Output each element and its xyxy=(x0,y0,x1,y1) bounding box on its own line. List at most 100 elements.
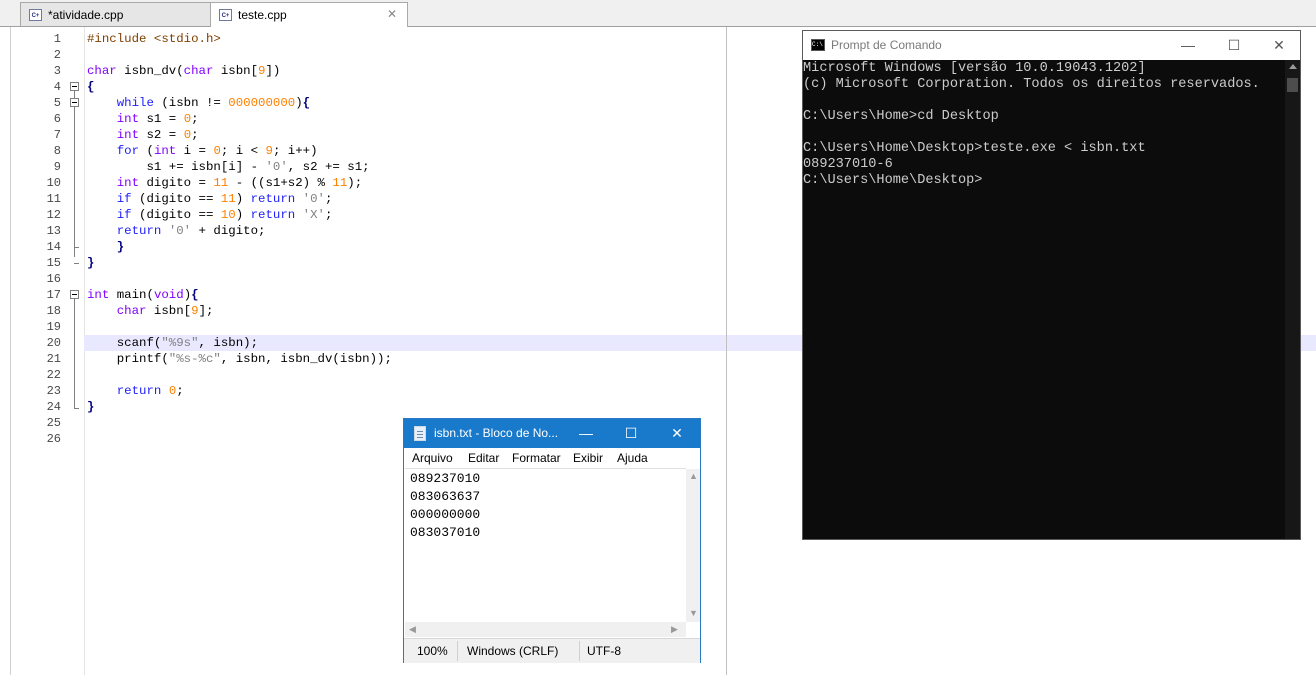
cmd-scrollbar[interactable] xyxy=(1285,60,1300,539)
line-number: 10 xyxy=(46,176,61,190)
line-number: 24 xyxy=(46,400,61,414)
minimize-button[interactable]: — xyxy=(571,423,601,443)
line-number: 7 xyxy=(53,128,61,142)
maximize-button[interactable]: ☐ xyxy=(616,423,646,443)
notepad-window[interactable]: isbn.txt - Bloco de No... — ☐ ✕ Arquivo … xyxy=(403,418,701,663)
line-number: 23 xyxy=(46,384,61,398)
line-number: 13 xyxy=(46,224,61,238)
code-line-21: printf("%s-%c", isbn, isbn_dv(isbn)); xyxy=(87,352,392,366)
status-divider xyxy=(457,641,458,661)
code-line-13: return '0' + digito; xyxy=(116,224,266,238)
notepad-text-area[interactable]: 089237010 083063637 000000000 083037010 xyxy=(405,468,686,623)
line-number: 3 xyxy=(53,64,61,78)
text-line: 083063637 xyxy=(410,489,481,504)
cmd-title-bar[interactable]: C:\ Prompt de Comando — ☐ ✕ xyxy=(803,31,1300,60)
code-line-15: } xyxy=(87,256,95,270)
notepad-title: isbn.txt - Bloco de No... xyxy=(434,426,559,440)
cmd-title: Prompt de Comando xyxy=(831,38,942,52)
cmd-icon: C:\ xyxy=(811,39,825,51)
line-number: 21 xyxy=(46,352,61,366)
notepad-title-bar[interactable]: isbn.txt - Bloco de No... — ☐ ✕ xyxy=(404,419,700,448)
cpp-file-icon: C+ xyxy=(219,9,232,21)
fold-end-marker xyxy=(74,247,79,248)
code-line-3: char isbn_dv(char isbn[9]) xyxy=(87,64,281,78)
close-tab-icon[interactable]: ✕ xyxy=(387,7,397,21)
menu-exibir[interactable]: Exibir xyxy=(573,451,603,465)
fold-toggle-icon[interactable] xyxy=(70,98,79,107)
tab-atividade-cpp[interactable]: C+ *atividade.cpp xyxy=(20,2,212,26)
fold-end-marker xyxy=(74,263,79,264)
edge-column-line xyxy=(726,27,727,675)
code-line-9: s1 += isbn[i] - '0', s2 += s1; xyxy=(87,160,370,174)
code-line-23: return 0; xyxy=(116,384,184,398)
line-number: 25 xyxy=(46,416,61,430)
code-line-12: if (digito == 10) return 'X'; xyxy=(116,208,333,222)
status-zoom: 100% xyxy=(417,644,448,658)
line-number: 18 xyxy=(46,304,61,318)
console-prompt-line: C:\Users\Home\Desktop> xyxy=(803,173,983,188)
maximize-button[interactable]: ☐ xyxy=(1219,35,1249,55)
fold-toggle-icon[interactable] xyxy=(70,290,79,299)
console-line: Microsoft Windows [versão 10.0.19043.120… xyxy=(803,61,1146,76)
code-line-10: int digito = 11 - ((s1+s2) % 11); xyxy=(116,176,363,190)
fold-margin xyxy=(66,27,85,675)
code-line-8: for (int i = 0; i < 9; i++) xyxy=(116,144,318,158)
line-number: 19 xyxy=(46,320,61,334)
scroll-left-arrow-icon[interactable]: ◀ xyxy=(409,624,416,635)
line-number: 26 xyxy=(46,432,61,446)
notepad-menu-bar: Arquivo Editar Formatar Exibir Ajuda xyxy=(404,448,700,468)
menu-editar[interactable]: Editar xyxy=(468,451,499,465)
scroll-up-arrow-icon[interactable]: ▲ xyxy=(689,471,698,481)
fold-end-marker xyxy=(74,408,79,409)
line-number: 22 xyxy=(46,368,61,382)
code-line-14: } xyxy=(116,240,125,254)
line-number: 2 xyxy=(53,48,61,62)
status-encoding: UTF-8 xyxy=(587,644,621,658)
console-line: C:\Users\Home\Desktop>teste.exe < isbn.t… xyxy=(803,141,1146,156)
scroll-thumb[interactable] xyxy=(1287,78,1298,92)
line-number: 15 xyxy=(46,256,61,270)
cpp-file-icon: C+ xyxy=(29,9,42,21)
line-number: 12 xyxy=(46,208,61,222)
code-line-7: int s2 = 0; xyxy=(116,128,199,142)
code-line-11: if (digito == 11) return '0'; xyxy=(116,192,333,206)
horizontal-scrollbar[interactable]: ◀ ▶ xyxy=(405,622,686,637)
line-number: 20 xyxy=(46,336,61,350)
vertical-scrollbar[interactable]: ▲ ▼ xyxy=(686,469,700,622)
menu-arquivo[interactable]: Arquivo xyxy=(412,451,453,465)
scroll-up-arrow-icon[interactable] xyxy=(1289,64,1297,69)
command-prompt-window[interactable]: C:\ Prompt de Comando — ☐ ✕ Microsoft Wi… xyxy=(802,30,1301,540)
line-number: 1 xyxy=(53,32,61,46)
tab-label: *atividade.cpp xyxy=(48,8,124,22)
minimize-button[interactable]: — xyxy=(1173,35,1203,55)
code-line-24: } xyxy=(87,400,95,414)
code-line-17: int main(void){ xyxy=(87,288,199,302)
tab-teste-cpp[interactable]: C+ teste.cpp ✕ xyxy=(210,2,408,27)
line-number: 16 xyxy=(46,272,61,286)
text-line: 083037010 xyxy=(410,525,481,540)
code-line-1: #include <stdio.h> xyxy=(87,32,221,46)
cmd-console-output[interactable]: Microsoft Windows [versão 10.0.19043.120… xyxy=(803,60,1285,539)
scroll-down-arrow-icon[interactable]: ▼ xyxy=(689,608,698,618)
line-number: 14 xyxy=(46,240,61,254)
status-divider xyxy=(579,641,580,661)
line-number: 8 xyxy=(53,144,61,158)
close-button[interactable]: ✕ xyxy=(1264,35,1294,55)
code-line-20: scanf("%9s", isbn); xyxy=(87,336,259,350)
fold-toggle-icon[interactable] xyxy=(70,82,79,91)
notepad-status-bar: 100% Windows (CRLF) UTF-8 xyxy=(404,638,700,663)
tab-label: teste.cpp xyxy=(238,8,287,22)
console-line: (c) Microsoft Corporation. Todos os dire… xyxy=(803,77,1260,92)
menu-formatar[interactable]: Formatar xyxy=(512,451,561,465)
console-line: 089237010-6 xyxy=(803,157,893,172)
code-line-6: int s1 = 0; xyxy=(116,112,199,126)
line-number: 4 xyxy=(53,80,61,94)
text-line: 089237010 xyxy=(410,471,481,486)
line-number: 6 xyxy=(53,112,61,126)
menu-ajuda[interactable]: Ajuda xyxy=(617,451,648,465)
fold-guide-line xyxy=(74,91,75,257)
notepad-icon xyxy=(414,426,426,441)
close-button[interactable]: ✕ xyxy=(662,423,692,443)
code-line-18: char isbn[9]; xyxy=(116,304,214,318)
scroll-right-arrow-icon[interactable]: ▶ xyxy=(671,624,678,635)
